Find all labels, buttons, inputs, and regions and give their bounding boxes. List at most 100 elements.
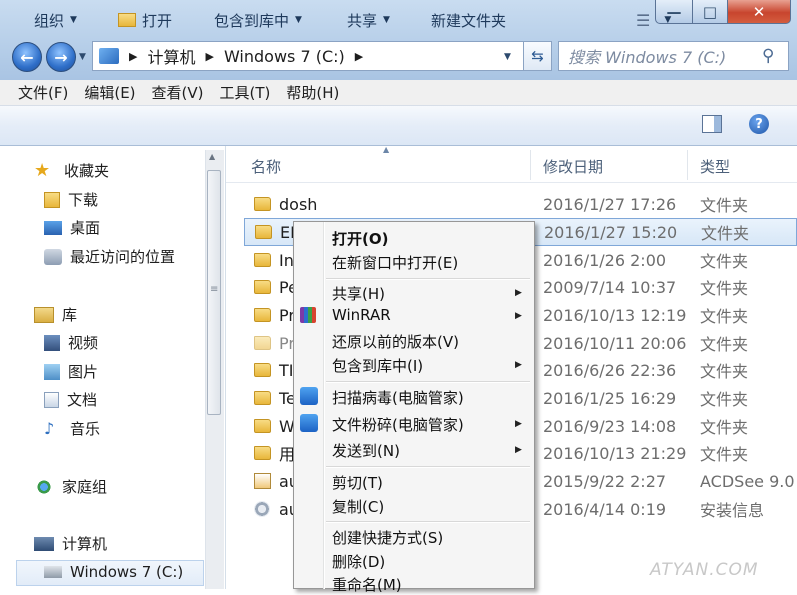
ctx-copy[interactable]: 复制(C) (332, 496, 384, 517)
ctx-rename[interactable]: 重命名(M) (332, 574, 402, 595)
nav-item-label: 文档 (67, 391, 98, 409)
ctx-share[interactable]: 共享(H) (332, 283, 385, 304)
nav-item-pictures[interactable]: 图片 (44, 361, 98, 382)
nav-item-label: 最近访问的位置 (70, 248, 176, 266)
help-icon[interactable]: ? (749, 114, 769, 134)
search-icon[interactable]: ⚲ (762, 46, 782, 66)
downloads-icon (44, 191, 60, 208)
nav-item-recent[interactable]: 最近访问的位置 (44, 246, 175, 267)
file-row[interactable]: dosh 2016/1/27 17:26 文件夹 (244, 190, 797, 218)
menu-edit[interactable]: 编辑(E) (84, 82, 135, 103)
maximize-icon: □ (702, 2, 718, 21)
ctx-include-library[interactable]: 包含到库中(I) (332, 355, 423, 376)
folder-icon (254, 419, 271, 433)
column-divider[interactable] (687, 150, 688, 180)
ctx-scan-virus[interactable]: 扫描病毒(电脑管家) (332, 387, 464, 408)
navigation-pane (0, 146, 226, 589)
file-name: TI (279, 360, 294, 380)
computer-icon (34, 536, 54, 551)
submenu-arrow-icon: ▶ (515, 311, 522, 321)
view-list-icon: ☰ (636, 10, 651, 30)
back-arrow-icon: ← (20, 47, 34, 67)
forward-button[interactable]: → (46, 42, 76, 72)
breadcrumb-separator: ▶ (129, 49, 138, 63)
organize-button[interactable]: 组织 ▼ (34, 10, 77, 30)
share-button[interactable]: 共享 ▼ (347, 10, 390, 30)
ctx-send-to[interactable]: 发送到(N) (332, 440, 400, 461)
ctx-shred-file[interactable]: 文件粉碎(电脑管家) (332, 414, 464, 435)
breadcrumb-drive[interactable]: Windows 7 (C:) (224, 47, 345, 66)
menu-view[interactable]: 查看(V) (152, 82, 204, 103)
nav-item-drive-c[interactable]: Windows 7 (C:) (44, 563, 183, 581)
refresh-button[interactable]: ⇆ (524, 41, 552, 71)
file-date: 2016/10/13 12:19 (543, 305, 687, 325)
nav-favorites-label: 收藏夹 (64, 162, 110, 180)
recent-places-icon (44, 248, 62, 265)
folder-icon (254, 197, 271, 211)
ctx-cut[interactable]: 剪切(T) (332, 472, 383, 493)
maximize-button[interactable]: □ (692, 0, 728, 24)
submenu-arrow-icon: ▶ (515, 360, 522, 370)
search-input[interactable]: 搜索 Windows 7 (C:) (558, 41, 789, 71)
menu-tools[interactable]: 工具(T) (220, 82, 271, 103)
view-options-button[interactable]: ☰ ▼ (636, 10, 671, 30)
nav-homegroup[interactable]: 家庭组 (34, 476, 107, 497)
menu-help[interactable]: 帮助(H) (286, 82, 339, 103)
scroll-up-icon[interactable]: ▲ (209, 152, 215, 161)
include-in-library-button[interactable]: 包含到库中 ▼ (214, 10, 302, 30)
ctx-winrar[interactable]: WinRAR (332, 306, 391, 324)
context-menu-gutter (323, 222, 325, 589)
nav-libraries[interactable]: 库 (34, 304, 77, 325)
nav-item-label: 图片 (68, 363, 99, 381)
menu-separator (326, 466, 530, 468)
column-divider[interactable] (530, 150, 531, 180)
nav-item-videos[interactable]: 视频 (44, 332, 98, 353)
nav-computer[interactable]: 计算机 (34, 533, 107, 554)
documents-icon (44, 391, 59, 408)
nav-item-music[interactable]: ♪ 音乐 (44, 418, 100, 439)
ctx-restore-previous[interactable]: 还原以前的版本(V) (332, 331, 459, 352)
breadcrumb-separator: ▶ (205, 49, 214, 63)
nav-item-label: 音乐 (70, 420, 101, 438)
preview-pane-icon[interactable] (702, 115, 722, 133)
nav-item-downloads[interactable]: 下载 (44, 189, 98, 210)
nav-favorites[interactable]: ★ 收藏夹 (34, 160, 109, 181)
new-folder-button[interactable]: 新建文件夹 (431, 10, 506, 30)
open-button[interactable]: 打开 (118, 10, 172, 30)
recent-pages-dropdown[interactable]: ▼ (79, 52, 86, 62)
breadcrumb-computer[interactable]: 计算机 (147, 44, 195, 68)
folder-icon (254, 391, 271, 405)
close-icon: ✕ (752, 2, 766, 21)
menu-file[interactable]: 文件(F) (18, 82, 68, 103)
homegroup-icon (34, 478, 54, 495)
file-date: 2016/1/27 15:20 (544, 222, 678, 242)
ctx-create-shortcut[interactable]: 创建快捷方式(S) (332, 527, 443, 548)
ctx-open[interactable]: 打开(O) (332, 228, 388, 249)
column-header-name[interactable]: 名称 (251, 156, 281, 177)
nav-item-desktop[interactable]: 桌面 (44, 217, 100, 238)
folder-icon (254, 308, 271, 322)
nav-item-label: 桌面 (70, 219, 101, 237)
nav-item-label: 视频 (68, 334, 99, 352)
file-type: 文件夹 (700, 196, 749, 215)
forward-arrow-icon: → (54, 47, 68, 67)
close-button[interactable]: ✕ (727, 0, 791, 24)
column-header-type[interactable]: 类型 (700, 156, 730, 177)
nav-item-documents[interactable]: 文档 (44, 389, 97, 410)
drive-icon (44, 566, 62, 578)
file-date: 2016/4/14 0:19 (543, 499, 667, 519)
watermark: ATYAN.COM (650, 560, 759, 580)
back-button[interactable]: ← (12, 42, 42, 72)
breadcrumb-separator: ▶ (354, 49, 364, 63)
address-dropdown[interactable]: ▼ (504, 52, 511, 62)
ctx-delete[interactable]: 删除(D) (332, 551, 385, 572)
open-folder-icon (118, 13, 136, 27)
settings-file-icon (254, 501, 270, 517)
file-type: 文件夹 (701, 224, 750, 243)
pictures-icon (44, 363, 60, 380)
nav-item-label: 下载 (68, 191, 99, 209)
ctx-open-new-window[interactable]: 在新窗口中打开(E) (332, 252, 458, 273)
address-bar[interactable]: ▶ 计算机 ▶ Windows 7 (C:) ▶ (92, 41, 524, 71)
library-icon (34, 306, 54, 323)
column-header-date[interactable]: 修改日期 (543, 156, 603, 177)
